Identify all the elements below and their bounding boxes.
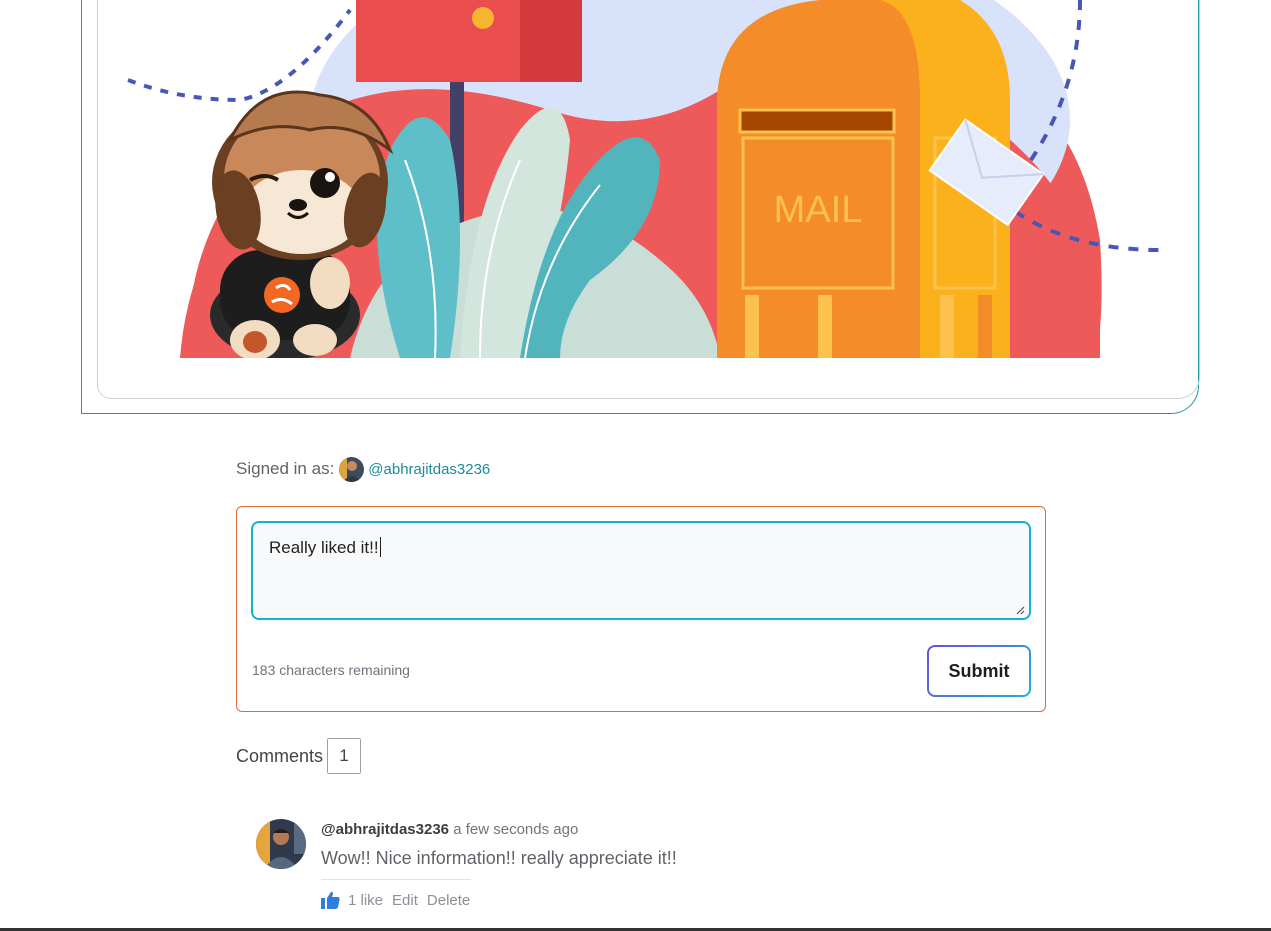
comment-textarea-value: Really liked it!! — [269, 538, 379, 557]
text-caret — [379, 537, 381, 557]
like-count: 1 like — [348, 891, 384, 909]
hero-illustration: MAIL — [120, 0, 1180, 358]
delete-link[interactable]: Delete — [427, 892, 470, 909]
comment-time: a few seconds ago — [453, 821, 579, 838]
comment-meta: @abhrajitdas3236 a few seconds ago — [321, 821, 578, 838]
comments-label: Comments — [236, 745, 324, 766]
signed-in-bar: Signed in as: @abhrajitdas3236 — [236, 456, 490, 482]
comment-form: Really liked it!! 183 characters remaini… — [236, 506, 1046, 712]
comment-author-avatar[interactable] — [256, 819, 306, 869]
comments-header: Comments 1 — [236, 738, 362, 774]
user-avatar — [339, 456, 365, 482]
chars-remaining: 183 characters remaining — [252, 662, 410, 678]
comment-text: Wow!! Nice information!! really apprecia… — [321, 848, 677, 868]
signed-in-label: Signed in as: — [236, 459, 335, 478]
mailbox-label: MAIL — [774, 189, 863, 231]
comment-textarea[interactable]: Really liked it!! — [251, 521, 1031, 620]
resize-handle-icon[interactable] — [1015, 605, 1025, 615]
comment-divider — [321, 879, 471, 880]
submit-button[interactable]: Submit — [927, 645, 1031, 697]
thumbs-up-icon[interactable] — [321, 891, 340, 909]
comment-item: @abhrajitdas3236 a few seconds ago Wow!!… — [256, 818, 856, 918]
signed-in-username-link[interactable]: @abhrajitdas3236 — [368, 461, 490, 478]
comment-author[interactable]: @abhrajitdas3236 — [321, 821, 449, 838]
comment-actions: 1 like Edit Delete — [321, 891, 479, 909]
edit-link[interactable]: Edit — [392, 892, 418, 909]
comments-count-badge: 1 — [327, 738, 362, 774]
